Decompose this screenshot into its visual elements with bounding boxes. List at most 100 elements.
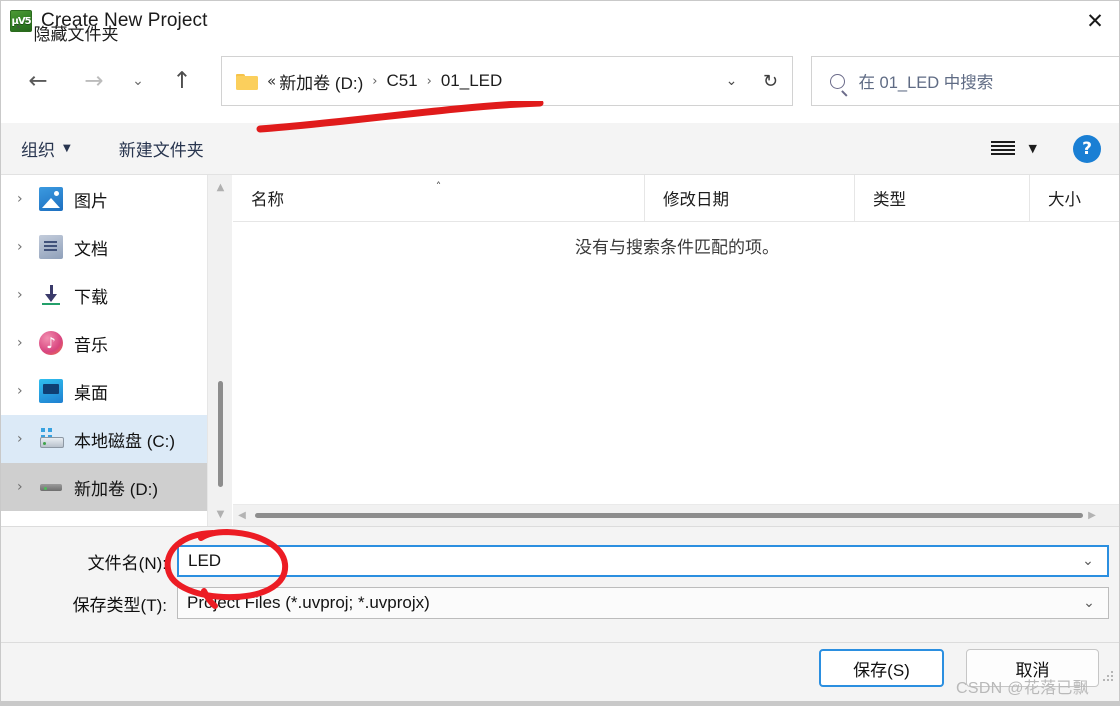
organize-button[interactable]: 组织 ▼ xyxy=(21,136,71,161)
column-header-label: 大小 xyxy=(1048,191,1081,209)
column-header-type[interactable]: 类型 xyxy=(855,174,1030,222)
sidebar-item-label: 文档 xyxy=(74,239,108,259)
scroll-right-icon[interactable]: ▶ xyxy=(1083,505,1101,527)
search-input[interactable]: 在 01_LED 中搜索 xyxy=(811,56,1119,106)
chevron-down-icon[interactable]: ⌄ xyxy=(714,58,748,104)
file-name-row: 文件名(N): LED ⌄ xyxy=(1,545,1109,577)
file-type-value: Project Files (*.uvproj; *.uvprojx) xyxy=(187,593,430,612)
chevron-right-icon[interactable]: › xyxy=(17,191,39,207)
address-bar-actions: ⌄ ↻ xyxy=(714,58,792,104)
search-icon xyxy=(830,73,846,89)
column-header-date-modified[interactable]: 修改日期 xyxy=(645,174,855,222)
dialog-body: › 图片 › 文档 › 下载 › 音乐 › 桌面 xyxy=(1,174,1119,527)
breadcrumb-overflow[interactable]: « xyxy=(267,72,276,90)
column-header-name[interactable]: ˄ 名称 xyxy=(233,174,645,222)
downloads-icon xyxy=(39,283,63,307)
scrollbar-thumb[interactable] xyxy=(218,381,223,487)
chevron-down-icon[interactable]: ▼ xyxy=(1029,142,1037,155)
chevron-right-icon[interactable]: › xyxy=(17,383,39,399)
drive-d-icon xyxy=(39,475,63,499)
close-icon[interactable]: ✕ xyxy=(1069,1,1119,41)
sidebar-item-new-volume-d[interactable]: › 新加卷 (D:) xyxy=(1,463,207,511)
file-type-label: 保存类型(T): xyxy=(72,595,167,615)
sidebar-item-label: 桌面 xyxy=(74,383,108,403)
forward-button[interactable]: → xyxy=(73,60,115,102)
chevron-down-icon: ▼ xyxy=(63,143,71,154)
sidebar-item-documents[interactable]: › 文档 xyxy=(1,223,207,271)
new-folder-label: 新建文件夹 xyxy=(118,141,204,160)
sidebar-item-desktop[interactable]: › 桌面 xyxy=(1,367,207,415)
column-headers: ˄ 名称 修改日期 类型 大小 xyxy=(233,174,1119,222)
breadcrumb-separator: › xyxy=(372,73,378,89)
new-folder-button[interactable]: 新建文件夹 xyxy=(119,136,204,161)
column-header-label: 类型 xyxy=(873,191,906,209)
chevron-up-icon: ˄ xyxy=(15,25,22,40)
dialog-footer xyxy=(1,642,1119,705)
sidebar-item-label: 新加卷 (D:) xyxy=(74,479,159,499)
scroll-down-icon[interactable]: ▼ xyxy=(208,504,233,524)
address-bar[interactable]: « 新加卷 (D:) › C51 › 01_LED ⌄ ↻ xyxy=(221,56,794,106)
empty-state-message: 没有与搜索条件匹配的项。 xyxy=(575,238,779,257)
column-header-label: 修改日期 xyxy=(663,191,729,209)
title-bar: µV5 Create New Project ✕ xyxy=(1,1,1119,41)
save-button[interactable]: 保存(S) xyxy=(819,649,944,687)
file-type-row: 保存类型(T): Project Files (*.uvproj; *.uvpr… xyxy=(1,587,1109,619)
chevron-right-icon[interactable]: › xyxy=(17,335,39,351)
sidebar-item-label: 下载 xyxy=(74,287,108,307)
file-list-pane: ˄ 名称 修改日期 类型 大小 没有与搜索条件匹配的项。 ◀ ▶ xyxy=(233,174,1119,527)
file-name-input[interactable]: LED ⌄ xyxy=(177,545,1109,577)
command-bar: 组织 ▼ 新建文件夹 ▼ ? xyxy=(1,123,1119,175)
create-new-project-dialog: µV5 Create New Project ✕ ← → ⌄ ↑ « 新加卷 (… xyxy=(0,0,1120,706)
search-placeholder: 在 01_LED 中搜索 xyxy=(858,74,994,92)
sidebar-item-music[interactable]: › 音乐 xyxy=(1,319,207,367)
sidebar-item-label: 音乐 xyxy=(74,335,108,355)
chevron-right-icon[interactable]: › xyxy=(17,431,39,447)
breadcrumb-item-0[interactable]: 新加卷 (D:) xyxy=(279,69,363,94)
organize-label: 组织 xyxy=(21,141,55,160)
file-name-form: 文件名(N): LED ⌄ 保存类型(T): Project Files (*.… xyxy=(1,526,1119,642)
sidebar-item-downloads[interactable]: › 下载 xyxy=(1,271,207,319)
sidebar-item-label: 本地磁盘 (C:) xyxy=(74,431,176,451)
sidebar-item-pictures[interactable]: › 图片 xyxy=(1,175,207,223)
documents-icon xyxy=(39,235,63,259)
file-name-value: LED xyxy=(188,551,222,570)
help-button[interactable]: ? xyxy=(1073,134,1101,163)
view-options-icon[interactable] xyxy=(990,140,1015,157)
navigation-bar: ← → ⌄ ↑ « 新加卷 (D:) › C51 › 01_LED ⌄ ↻ 在 … xyxy=(1,41,1119,121)
back-button[interactable]: ← xyxy=(17,60,59,102)
music-icon xyxy=(39,331,63,355)
command-bar-right: ▼ ? xyxy=(990,134,1119,163)
sidebar-scrollbar[interactable]: ▲ ▼ xyxy=(207,175,232,526)
sidebar-item-label: 图片 xyxy=(74,191,108,211)
folder-icon xyxy=(236,73,258,90)
watermark: CSDN @花落已飘 xyxy=(956,680,1090,697)
chevron-right-icon[interactable]: › xyxy=(17,239,39,255)
scroll-left-icon[interactable]: ◀ xyxy=(233,505,251,527)
hide-folders-toggle[interactable]: ˄ 隐藏文件夹 xyxy=(15,20,119,45)
file-list-horizontal-scrollbar[interactable]: ◀ ▶ xyxy=(233,504,1119,527)
scroll-up-icon[interactable]: ▲ xyxy=(208,177,233,197)
file-type-select[interactable]: Project Files (*.uvproj; *.uvprojx) ⌄ xyxy=(177,587,1109,619)
window-bottom-edge xyxy=(1,701,1119,705)
breadcrumb-item-1[interactable]: C51 xyxy=(386,71,417,91)
navigation-pane: › 图片 › 文档 › 下载 › 音乐 › 桌面 xyxy=(1,175,207,526)
chevron-down-icon[interactable]: ⌄ xyxy=(1070,595,1108,611)
pictures-icon xyxy=(39,187,63,211)
breadcrumb-item-2[interactable]: 01_LED xyxy=(441,71,502,91)
hide-folders-label: 隐藏文件夹 xyxy=(33,25,119,44)
desktop-icon xyxy=(39,379,63,403)
chevron-right-icon[interactable]: › xyxy=(17,287,39,303)
chevron-right-icon[interactable]: › xyxy=(17,479,39,495)
up-button[interactable]: ↑ xyxy=(161,60,203,102)
scrollbar-thumb[interactable] xyxy=(255,513,1083,518)
column-header-size[interactable]: 大小 xyxy=(1030,175,1119,222)
breadcrumb: « 新加卷 (D:) › C51 › 01_LED xyxy=(267,69,502,94)
breadcrumb-separator: › xyxy=(426,73,432,89)
sidebar-item-local-disk-c[interactable]: › 本地磁盘 (C:) xyxy=(1,415,207,463)
resize-grip[interactable] xyxy=(1102,671,1114,683)
chevron-down-icon[interactable]: ⌄ xyxy=(1069,553,1107,569)
drive-c-icon xyxy=(39,427,64,451)
file-name-label: 文件名(N): xyxy=(87,553,167,573)
refresh-icon[interactable]: ↻ xyxy=(748,58,792,104)
recent-locations-button[interactable]: ⌄ xyxy=(123,60,153,102)
